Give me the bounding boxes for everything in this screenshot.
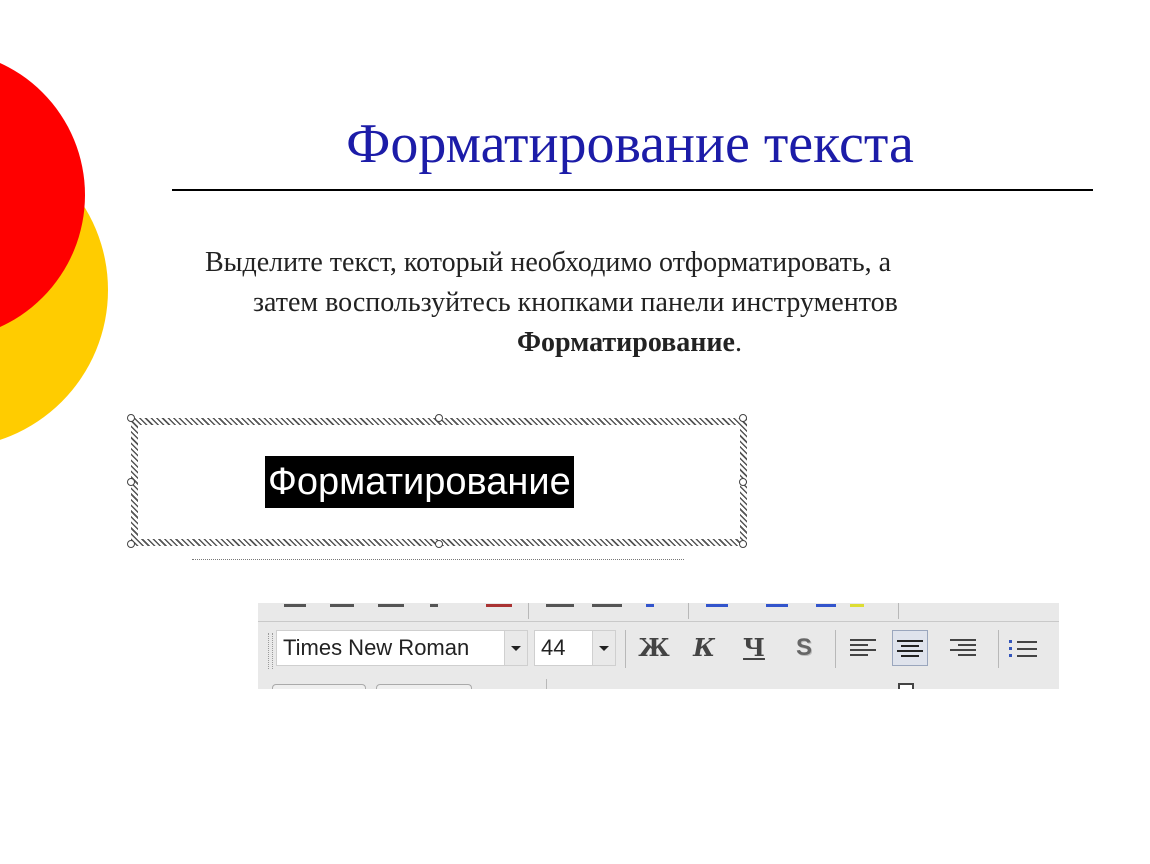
- bold-icon: Ж: [638, 633, 670, 662]
- title-divider: [172, 189, 1093, 191]
- italic-button[interactable]: К: [686, 630, 722, 666]
- toolbar-icon-fragment: [378, 604, 404, 607]
- resize-handle-bl[interactable]: [127, 540, 135, 548]
- font-name-select[interactable]: Times New Roman: [276, 630, 528, 666]
- toolbar-separator: [898, 603, 899, 619]
- numbering-button[interactable]: [1006, 630, 1042, 666]
- resize-handle-ml[interactable]: [127, 478, 135, 486]
- toolbar-icon-fragment: [592, 604, 622, 607]
- dotted-guide: [192, 559, 684, 560]
- align-left-button[interactable]: [845, 630, 881, 666]
- toolbar-grip-handle[interactable]: [268, 633, 273, 669]
- font-size-select[interactable]: 44: [534, 630, 616, 666]
- font-name-value: Times New Roman: [283, 635, 470, 660]
- toolbar-icon-fragment: [330, 604, 354, 607]
- font-size-value: 44: [541, 635, 566, 660]
- toolbar-separator: [546, 679, 547, 689]
- toolbar-separator: [625, 630, 626, 668]
- italic-icon: К: [693, 633, 715, 662]
- align-left-icon: [850, 639, 876, 656]
- underline-icon: Ч: [743, 633, 765, 662]
- toolbar-icon-fragment: [816, 604, 836, 607]
- toolbar-icon-fragment: [486, 604, 512, 607]
- toolbar-separator: [998, 630, 999, 668]
- underline-button[interactable]: Ч: [736, 630, 772, 666]
- toolbar-icon-fragment: [766, 604, 788, 607]
- resize-handle-br[interactable]: [739, 540, 747, 548]
- resize-handle-bc[interactable]: [435, 540, 443, 548]
- toolbar-separator: [688, 603, 689, 619]
- resize-handle-tr[interactable]: [739, 414, 747, 422]
- body-line-1: Выделите текст, который необходимо отфор…: [205, 247, 892, 278]
- toolbar-icon-fragment: [284, 604, 306, 607]
- formatting-toolbar: Times New Roman 44 Ж К Ч S: [258, 603, 1059, 689]
- toolbar-name-emphasis: Форматирование: [517, 327, 735, 358]
- toolbar-icon-fragment: [546, 604, 574, 607]
- toolbar-icon-fragment: [850, 604, 864, 607]
- align-right-icon: [950, 639, 976, 656]
- toolbar-tab-stub: [272, 684, 366, 689]
- resize-handle-tc[interactable]: [435, 414, 443, 422]
- align-center-button[interactable]: [892, 630, 928, 666]
- sentence-end: .: [734, 327, 742, 358]
- font-size-dropdown-arrow[interactable]: [592, 631, 615, 665]
- bold-button[interactable]: Ж: [636, 630, 672, 666]
- toolbar-tab-stub: [376, 684, 472, 689]
- toolbar-separator: [528, 603, 529, 619]
- resize-handle-mr[interactable]: [739, 478, 747, 486]
- align-center-icon: [897, 640, 923, 657]
- align-right-button[interactable]: [945, 630, 981, 666]
- body-line-2: затем воспользуйтесь кнопками панели инс…: [253, 287, 898, 318]
- font-name-dropdown-arrow[interactable]: [504, 631, 527, 665]
- toolbar-row-divider: [258, 621, 1059, 622]
- slide-title: Форматирование текста: [346, 113, 914, 175]
- selected-text[interactable]: Форматирование: [265, 456, 574, 508]
- text-shadow-icon: S: [795, 634, 812, 661]
- small-square-icon: [898, 683, 914, 689]
- toolbar-icon-fragment: [430, 604, 438, 607]
- body-line-3: Форматирование.: [205, 323, 1085, 363]
- numbered-list-icon: [1009, 640, 1037, 657]
- standard-toolbar-edge: [258, 603, 1059, 621]
- toolbar-icon-fragment: [646, 604, 654, 607]
- resize-handle-tl[interactable]: [127, 414, 135, 422]
- slide-body-text: Выделите текст, который необходимо отфор…: [205, 243, 1085, 363]
- shadow-button[interactable]: S: [786, 630, 822, 666]
- toolbar-icon-fragment: [706, 604, 728, 607]
- toolbar-separator: [835, 630, 836, 668]
